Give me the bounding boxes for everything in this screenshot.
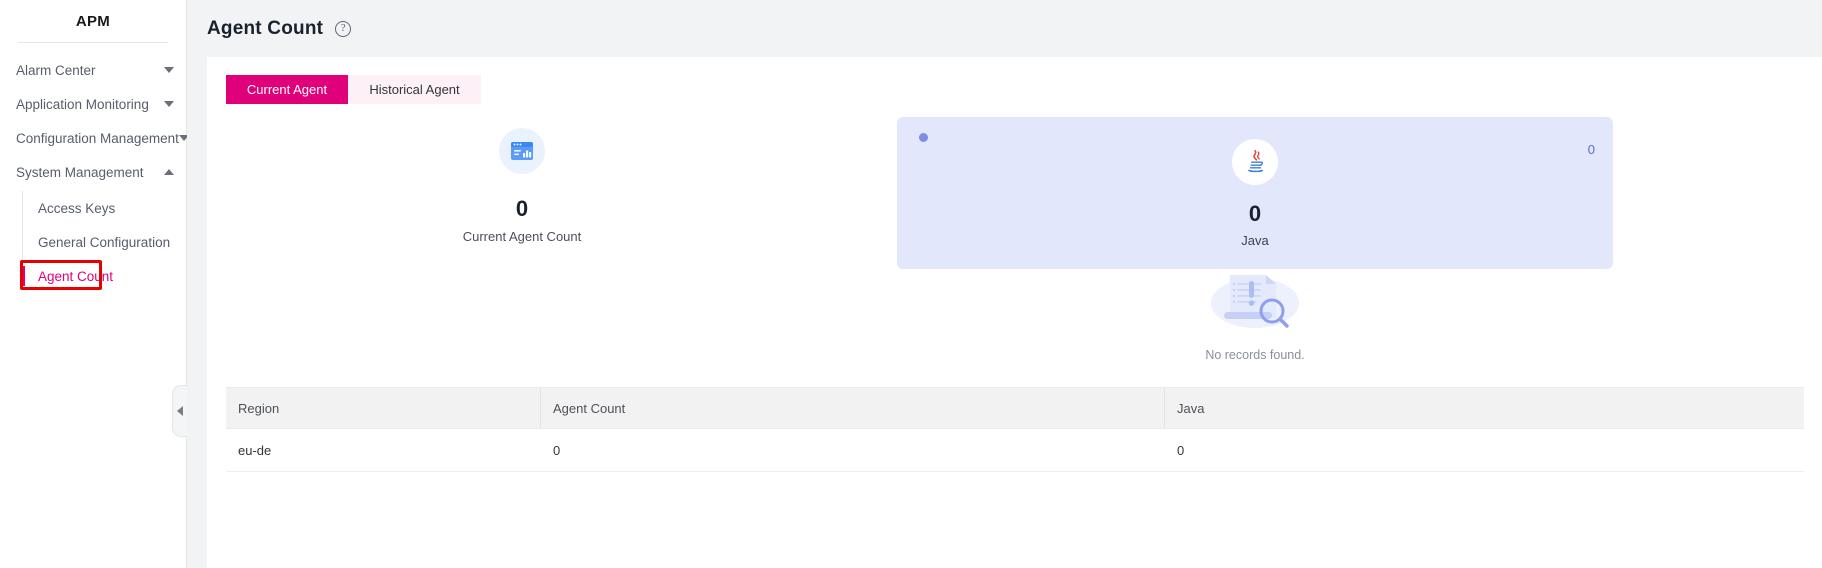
tab-label: Current Agent [246, 82, 328, 97]
summary-section: 0 Current Agent Count 0 0 Java [207, 117, 1822, 278]
sidebar-item-agent-count[interactable]: Agent Count [22, 259, 186, 293]
chevron-up-icon[interactable] [164, 169, 174, 175]
current-agent-count-card: 0 Current Agent Count [452, 128, 592, 244]
agent-count-table: Region Agent Count Java eu-de 0 0 [226, 387, 1804, 472]
java-language-card[interactable]: 0 0 Java [897, 117, 1613, 269]
empty-state: No records found. [897, 257, 1613, 362]
sidebar-subitem-label: Agent Count [38, 268, 114, 284]
sidebar-title: APM [75, 12, 111, 30]
sidebar-item-alarm-center[interactable]: Alarm Center [0, 53, 186, 87]
table-row[interactable]: eu-de 0 0 [226, 429, 1804, 472]
chevron-down-icon[interactable] [164, 67, 174, 73]
sidebar-divider [18, 42, 168, 43]
sidebar-item-label: Configuration Management [16, 130, 179, 146]
table-header-region: Region [226, 388, 541, 428]
no-records-document-search-icon [1211, 275, 1299, 328]
sidebar-item-general-configuration[interactable]: General Configuration [22, 225, 186, 259]
sidebar-subnav: Access Keys General Configuration Agent … [0, 191, 186, 293]
sidebar-item-access-keys[interactable]: Access Keys [22, 191, 186, 225]
content-panel: Current Agent Historical Agent 0 Current… [207, 57, 1822, 568]
tab-current-agent[interactable]: Current Agent [226, 75, 348, 104]
sidebar-item-application-monitoring[interactable]: Application Monitoring [0, 87, 186, 121]
java-coffee-cup-icon [1232, 139, 1278, 185]
sidebar-item-configuration-management[interactable]: Configuration Management [0, 121, 189, 155]
sidebar-item-label: Alarm Center [16, 62, 96, 78]
table-header-agent-count: Agent Count [541, 388, 1165, 428]
chevron-down-icon[interactable] [164, 101, 174, 107]
sidebar-subitem-label: General Configuration [38, 234, 171, 250]
page-header: Agent Count ? [187, 0, 1822, 57]
table-cell-java: 0 [1177, 442, 1185, 458]
apm-agent-count-page: APM Alarm Center Application Monitoring … [0, 0, 1822, 568]
sidebar-item-system-management[interactable]: System Management [0, 155, 186, 189]
java-card-body: 0 Java [897, 139, 1613, 248]
table-header-row: Region Agent Count Java [226, 387, 1804, 429]
main-content: Agent Count ? Current Agent Historical A… [187, 0, 1822, 568]
tab-historical-agent[interactable]: Historical Agent [348, 75, 481, 104]
java-agent-count-value: 0 [1248, 201, 1262, 226]
sidebar-item-label: Application Monitoring [16, 96, 149, 112]
tab-label: Historical Agent [369, 82, 460, 97]
dashboard-window-icon [499, 128, 545, 174]
chevron-left-icon [177, 406, 183, 416]
sidebar-subitem-label: Access Keys [38, 200, 116, 216]
table-cell-agent-count: 0 [553, 442, 561, 458]
collapse-sidebar-button[interactable] [172, 385, 187, 437]
empty-state-text: No records found. [1205, 348, 1305, 362]
current-agent-count-value: 0 [515, 196, 529, 221]
sidebar: APM Alarm Center Application Monitoring … [0, 0, 189, 568]
sidebar-item-label: System Management [16, 164, 144, 180]
table-header-java: Java [1177, 400, 1205, 416]
agent-tabs: Current Agent Historical Agent [226, 75, 481, 104]
table-cell-region: eu-de [238, 442, 272, 458]
page-title: Agent Count [207, 17, 324, 39]
java-agent-label: Java [1241, 233, 1269, 248]
help-circle-icon[interactable]: ? [335, 20, 352, 37]
current-agent-count-label: Current Agent Count [462, 229, 582, 244]
